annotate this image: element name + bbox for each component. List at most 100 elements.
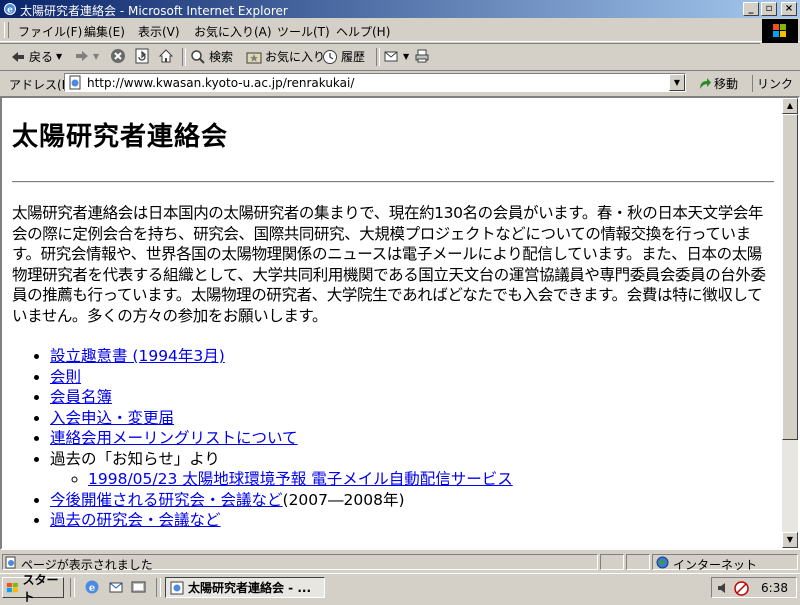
print-icon [415, 49, 429, 63]
title-bar: e 太陽研究者連絡会 - Microsoft Internet Explorer… [0, 0, 800, 18]
back-arrow-icon [12, 51, 24, 62]
link-prospectus[interactable]: 設立趣意書 (1994年3月) [50, 347, 225, 365]
windows-flag-icon [6, 582, 18, 592]
search-button[interactable]: 検索 [190, 48, 233, 65]
address-bar: アドレス(D) http://www.kwasan.kyoto-u.ac.jp/… [0, 70, 800, 95]
status-zone-panel: インターネット [652, 554, 798, 572]
list-item: 過去の研究会・会議など [50, 510, 774, 531]
list-item: 今後開催される研究会・会議など(2007―2008年) [50, 490, 774, 511]
taskbar: スタート e 太陽研究者連絡会 - ... 6:38 [0, 573, 800, 604]
go-button[interactable]: 移動 [698, 75, 738, 92]
status-zone: インターネット [673, 558, 758, 572]
favorites-button[interactable]: お気に入り [246, 48, 325, 65]
ime-icon[interactable] [734, 581, 749, 596]
menu-view[interactable]: 表示(V) [138, 23, 180, 40]
menu-edit[interactable]: 編集(E) [84, 23, 125, 40]
scroll-up-button[interactable]: ▲ [782, 98, 798, 114]
history-label: 履歴 [341, 50, 366, 64]
window-title: 太陽研究者連絡会 - Microsoft Internet Explorer [20, 4, 288, 18]
address-dropdown-button[interactable]: ▼ [669, 74, 685, 91]
go-arrow-icon [700, 77, 711, 89]
menu-favorites[interactable]: お気に入り(A) [194, 23, 272, 40]
page-content: 太陽研究者連絡会 太陽研究者連絡会は日本国内の太陽研究者の集まりで、現在約130… [0, 96, 800, 550]
status-text-panel: ページが表示されました [2, 554, 598, 572]
quicklaunch-outlook-icon[interactable] [108, 579, 124, 595]
maximize-button[interactable]: ▫ [761, 2, 777, 16]
vertical-scrollbar[interactable]: ▲ ▼ [782, 98, 798, 548]
menu-bar: ファイル(F) 編集(E) 表示(V) お気に入り(A) ツール(T) ヘルプ(… [0, 19, 800, 42]
link-rules[interactable]: 会則 [50, 368, 81, 386]
history-icon [323, 49, 337, 64]
toolbar-grip[interactable] [4, 22, 9, 38]
home-icon [158, 49, 174, 63]
address-input[interactable]: http://www.kwasan.kyoto-u.ac.jp/renrakuk… [64, 73, 686, 92]
svg-text:e: e [89, 583, 95, 594]
task-label: 太陽研究者連絡会 - ... [188, 581, 312, 595]
back-label: 戻る [29, 50, 54, 64]
mail-button[interactable]: ▼ [384, 48, 409, 64]
clock: 6:38 [761, 581, 788, 595]
svg-text:e: e [7, 6, 13, 16]
system-tray: 6:38 [711, 577, 797, 598]
list-item: 入会申込・変更届 [50, 408, 774, 429]
list-item: 会員名簿 [50, 387, 774, 408]
back-button[interactable]: 戻る ▼ [10, 48, 62, 65]
refresh-icon [135, 48, 149, 64]
search-label: 検索 [209, 50, 234, 64]
link-past[interactable]: 過去の研究会・会議など [50, 511, 221, 529]
minimize-button[interactable]: _ [743, 2, 759, 16]
stop-icon [111, 49, 125, 63]
list-item: 会則 [50, 367, 774, 388]
links-button[interactable]: リンク [752, 75, 793, 92]
favorites-label: お気に入り [265, 50, 326, 64]
forward-arrow-icon [76, 51, 88, 61]
list-item: 設立趣意書 (1994年3月) [50, 346, 774, 367]
task-ie-icon [170, 581, 184, 594]
menu-tools[interactable]: ツール(T) [277, 23, 330, 40]
home-button[interactable] [158, 48, 174, 64]
volume-icon[interactable] [716, 581, 730, 595]
globe-icon [656, 556, 669, 569]
close-button[interactable]: × [781, 2, 797, 16]
taskbar-window-button[interactable]: 太陽研究者連絡会 - ... [165, 577, 325, 598]
search-icon [191, 49, 205, 64]
menu-help[interactable]: ヘルプ(H) [336, 23, 390, 40]
status-progress-cell [600, 554, 624, 570]
favorites-icon [246, 52, 262, 63]
windows-logo-icon [762, 19, 798, 43]
history-button[interactable]: 履歴 [322, 48, 365, 65]
go-label: 移動 [714, 77, 739, 91]
list-item: 過去の「お知らせ」より 1998/05/23 太陽地球環境予報 電子メイル自動配… [50, 449, 774, 490]
start-button[interactable]: スタート [2, 573, 64, 604]
forward-button[interactable]: ▼ [74, 48, 99, 64]
page-done-icon [5, 556, 16, 569]
divider [12, 181, 774, 183]
address-url: http://www.kwasan.kyoto-u.ac.jp/renrakuk… [87, 76, 355, 90]
scroll-thumb[interactable] [782, 114, 798, 440]
menu-file[interactable]: ファイル(F) [18, 23, 82, 40]
link-members[interactable]: 会員名簿 [50, 388, 112, 406]
page-heading: 太陽研究者連絡会 [12, 122, 229, 152]
ie-logo-icon: e [4, 3, 16, 16]
link-news-item[interactable]: 1998/05/23 太陽地球環境予報 電子メイル自動配信サービス [88, 470, 513, 488]
link-upcoming[interactable]: 今後開催される研究会・会議など [50, 491, 283, 509]
quicklaunch-ie-icon[interactable]: e [84, 579, 100, 595]
list-item: 連絡会用メーリングリストについて [50, 428, 774, 449]
stop-button[interactable] [110, 48, 126, 64]
status-bar: ページが表示されました インターネット [0, 552, 800, 572]
link-join[interactable]: 入会申込・変更届 [50, 409, 174, 427]
start-label: スタート [22, 572, 59, 604]
link-mailinglist[interactable]: 連絡会用メーリングリストについて [50, 429, 298, 447]
intro-paragraph: 太陽研究者連絡会は日本国内の太陽研究者の集まりで、現在約130名の会員がいます。… [12, 204, 766, 325]
quicklaunch-desktop-icon[interactable] [131, 579, 147, 595]
scroll-down-button[interactable]: ▼ [782, 532, 798, 548]
status-security-cell [626, 554, 650, 570]
mail-icon [384, 51, 398, 62]
list-item: 1998/05/23 太陽地球環境予報 電子メイル自動配信サービス [88, 469, 774, 490]
standard-toolbar: 戻る ▼ ▼ 検索 お気に入り 履歴 ▼ [0, 43, 760, 71]
upcoming-note: (2007―2008年) [282, 490, 405, 509]
link-list: 設立趣意書 (1994年3月) 会則 会員名簿 入会申込・変更届 連絡会用メーリ… [12, 346, 774, 531]
news-label: 過去の「お知らせ」より [50, 449, 220, 468]
print-button[interactable] [414, 48, 430, 64]
refresh-button[interactable] [134, 48, 150, 64]
